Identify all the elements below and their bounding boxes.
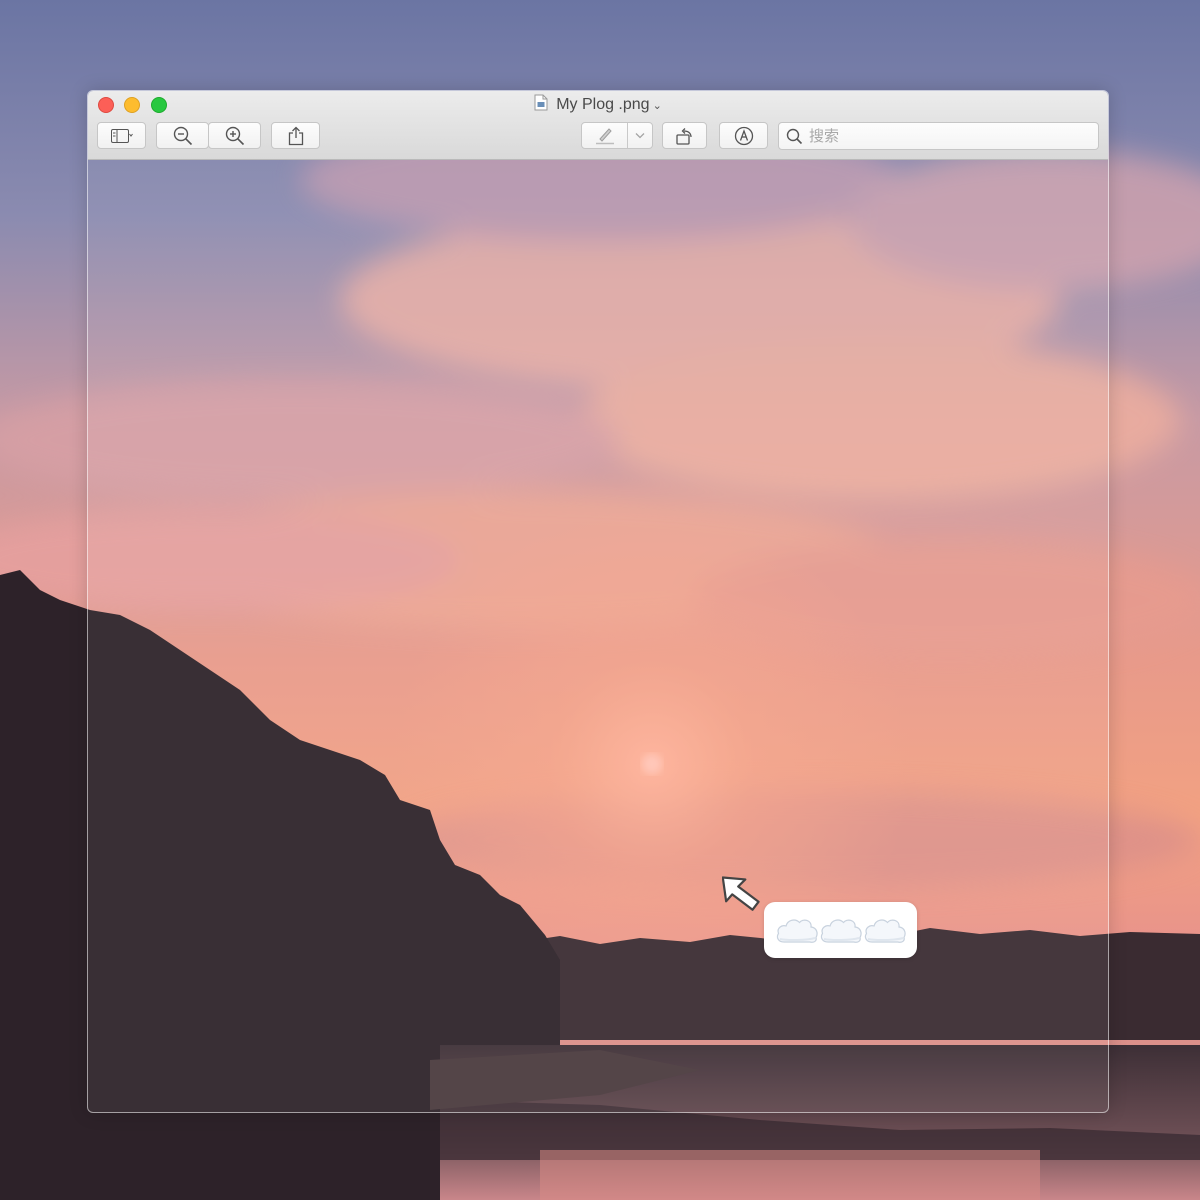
markup-pen-button[interactable] — [581, 122, 653, 149]
cloud-icon — [776, 919, 818, 943]
document-icon — [534, 94, 548, 118]
chevron-down-icon — [635, 133, 645, 139]
mouse-pointer-icon — [722, 876, 760, 911]
cloud-icon — [864, 919, 906, 943]
window-title[interactable]: My Plog .png ⌄ — [88, 94, 1108, 118]
pen-segment[interactable] — [582, 127, 627, 145]
preview-window: My Plog .png ⌄ — [87, 90, 1109, 1113]
pen-icon — [595, 127, 614, 144]
search-icon — [786, 128, 803, 144]
cloud-icon — [820, 919, 862, 943]
pen-dropdown[interactable] — [628, 132, 652, 139]
zoom-in-icon — [225, 126, 244, 145]
share-button[interactable] — [271, 122, 320, 149]
sidebar-icon — [110, 128, 133, 143]
cloud-emoji-bubble: ☁️☁️☁️ — [764, 902, 917, 958]
markup-button[interactable] — [719, 122, 768, 149]
rotate-button[interactable] — [662, 122, 707, 149]
zoom-in-button[interactable] — [208, 122, 261, 149]
chevron-down-icon: ⌄ — [652, 100, 662, 112]
window-title-text: My Plog .png — [556, 96, 650, 113]
sidebar-button[interactable] — [97, 122, 146, 149]
share-icon — [288, 126, 303, 145]
rotate-icon — [675, 127, 692, 145]
search-input[interactable] — [809, 127, 1079, 145]
title-bar: My Plog .png ⌄ — [88, 91, 1108, 160]
zoom-out-icon — [173, 126, 192, 145]
zoom-out-button[interactable] — [156, 122, 209, 149]
markup-icon — [734, 126, 753, 145]
search-field[interactable] — [778, 122, 1099, 150]
